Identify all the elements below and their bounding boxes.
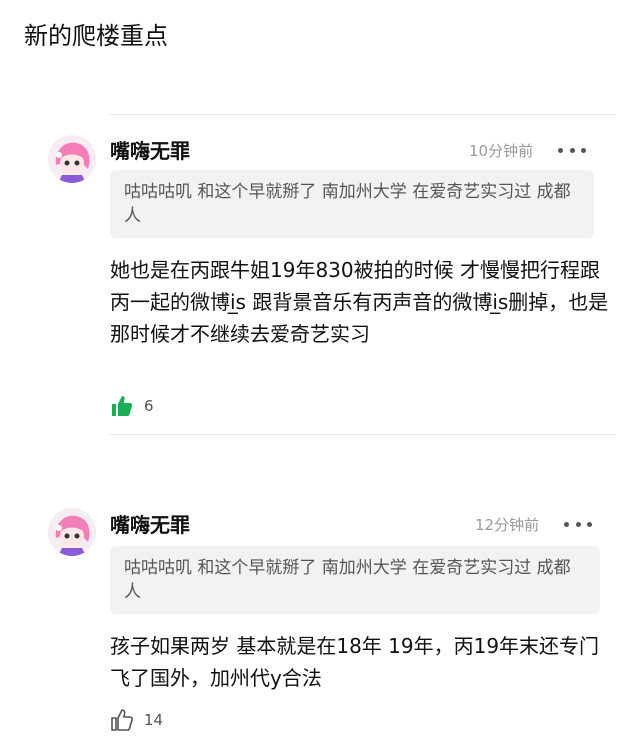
anime-pink-hair-avatar-icon [48,508,96,556]
username[interactable]: 嘴嗨无罪 [110,512,190,538]
like-button[interactable]: 14 [110,708,163,732]
thumbs-up-outline-icon [110,708,134,732]
username[interactable]: 嘴嗨无罪 [110,138,190,164]
quoted-reply[interactable]: 咕咕咕叽 和这个早就掰了 南加州大学 在爱奇艺实习过 成都人 [110,170,594,238]
timestamp: 12分钟前 [475,516,540,534]
like-count: 6 [144,397,154,415]
page-title: 新的爬楼重点 [24,22,168,50]
avatar[interactable] [48,135,96,183]
anime-pink-hair-avatar-icon [48,135,96,183]
like-count: 14 [144,711,164,729]
avatar[interactable] [48,508,96,556]
thumbs-up-filled-icon [110,394,134,418]
more-options-button[interactable] [558,142,586,158]
divider-top [110,114,615,115]
comment-body: 孩子如果两岁 基本就是在18年 19年，丙19年末还专门飞了国外，加州代y合法 [110,634,600,690]
more-options-button[interactable] [564,516,592,532]
comment-body: 她也是在丙跟牛姐19年830被拍的时候 才慢慢把行程跟丙一起的微博i̲s 跟背景… [110,258,609,346]
like-button[interactable]: 6 [110,394,154,418]
divider [110,434,615,435]
timestamp: 10分钟前 [469,142,534,160]
quoted-reply[interactable]: 咕咕咕叽 和这个早就掰了 南加州大学 在爱奇艺实习过 成都人 [110,546,600,614]
